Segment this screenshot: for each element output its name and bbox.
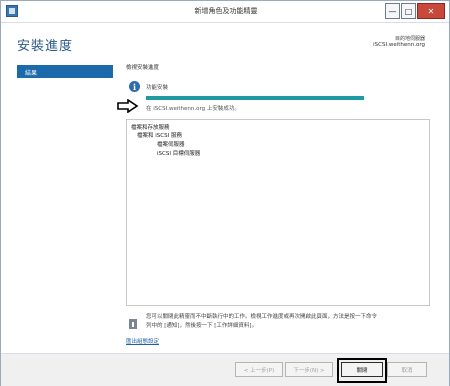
note-text-line2: 列中的 [通知]，然後按一下 [工作詳細資料]。 [146, 323, 258, 329]
nav-item-results[interactable]: 結果 [17, 65, 113, 78]
title-bar: 新增角色及功能精靈 — □ ✕ [1, 1, 449, 23]
export-settings-link[interactable]: 匯出組態設定 [126, 337, 159, 345]
highlight-frame [337, 358, 387, 383]
next-button[interactable]: 下一步(N) > [285, 362, 333, 377]
info-icon: i [129, 81, 140, 92]
install-progress-bar [146, 96, 364, 100]
server-manager-icon [6, 5, 18, 17]
result-item: iSCSI 目標伺服器 [157, 151, 201, 157]
arrow-right-icon [117, 99, 139, 113]
progress-fill [146, 96, 364, 100]
page-title: 安裝進度 [17, 39, 74, 54]
previous-button[interactable]: < 上一步(P) [235, 362, 283, 377]
minimize-button[interactable]: — [385, 3, 400, 19]
destination-server-name: iSCSI.weithenn.org [373, 42, 425, 48]
destination-server-label: 目的地伺服器 [394, 36, 425, 42]
section-label: 檢視安裝進度 [126, 65, 160, 71]
result-item: 檔案和存放服務 [131, 125, 170, 131]
install-status-text: 功能安裝 [146, 85, 169, 91]
result-item: 檔案伺服器 [157, 142, 185, 148]
cancel-button[interactable]: 取消 [387, 362, 427, 377]
result-item: 檔案和 iSCSI 服務 [137, 133, 182, 139]
install-success-message: 在 iSCSI.weithenn.org 上安裝成功。 [146, 106, 240, 112]
wizard-window: 新增角色及功能精靈 — □ ✕ 安裝進度 目的地伺服器 iSCSI.weithe… [0, 0, 450, 386]
note-icon [129, 319, 137, 329]
window-title: 新增角色及功能精靈 [194, 7, 258, 15]
maximize-button[interactable]: □ [401, 3, 416, 19]
note-text-line1: 您可以關閉此精靈而不中斷執行中的工作。檢視工作進度或再次開啟此頁面，方法是按一下… [146, 314, 378, 320]
close-window-button[interactable]: ✕ [417, 3, 445, 19]
